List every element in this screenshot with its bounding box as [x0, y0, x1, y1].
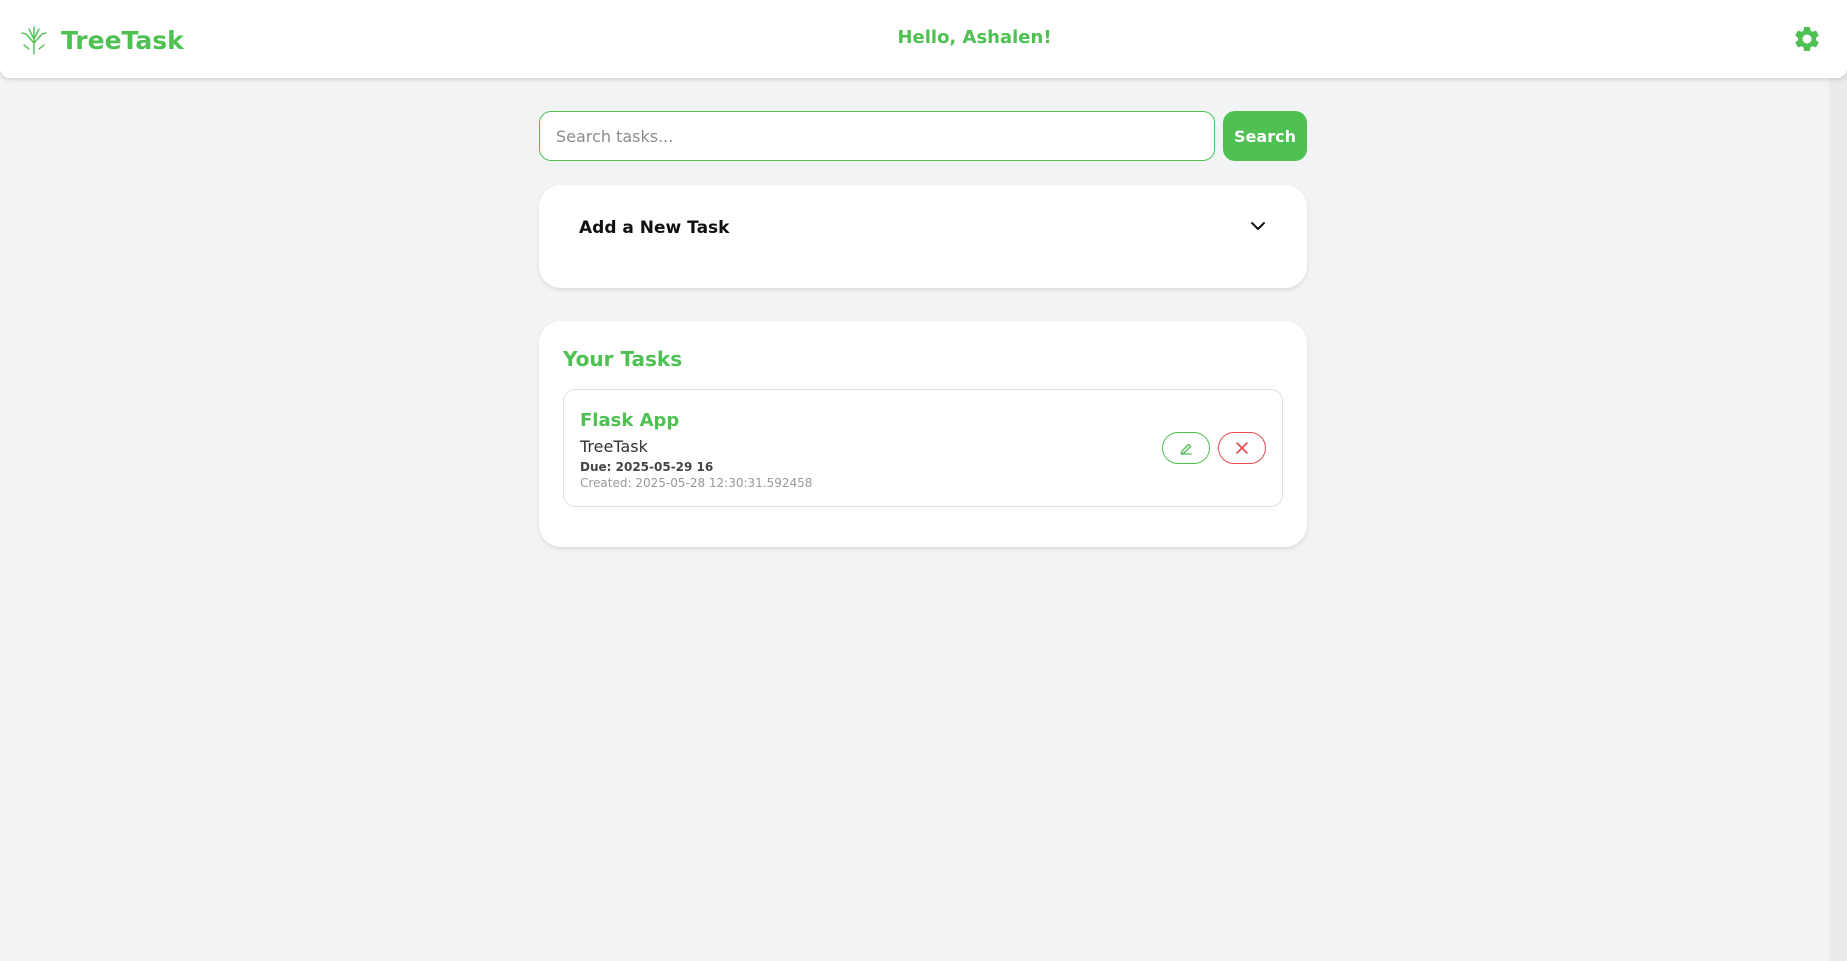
add-task-title: Add a New Task — [579, 218, 730, 238]
task-due-date: Due: 2025-05-29 16 — [580, 460, 714, 474]
task-title: Flask App — [580, 410, 680, 431]
delete-task-button[interactable] — [1218, 432, 1266, 464]
search-input[interactable] — [539, 111, 1215, 161]
tasks-card: Your Tasks Flask App TreeTask Due: 2025-… — [539, 321, 1307, 547]
search-bar: Search — [539, 111, 1307, 161]
task-item: Flask App TreeTask Due: 2025-05-29 16 Cr… — [563, 389, 1283, 507]
tasks-heading: Your Tasks — [563, 347, 683, 371]
add-task-card[interactable]: Add a New Task — [539, 185, 1307, 288]
edit-task-button[interactable] — [1162, 432, 1210, 464]
close-icon — [1236, 442, 1248, 454]
task-description: TreeTask — [580, 437, 648, 456]
gear-icon[interactable] — [1792, 24, 1822, 54]
chevron-down-icon[interactable] — [1249, 219, 1267, 233]
user-greeting: Hello, Ashalen! — [897, 27, 1052, 48]
pencil-icon — [1180, 443, 1192, 455]
page-scrollbar[interactable] — [1829, 0, 1847, 961]
search-button[interactable]: Search — [1223, 111, 1307, 161]
top-navbar: TreeTask Hello, Ashalen! — [0, 0, 1847, 78]
task-created-date: Created: 2025-05-28 12:30:31.592458 — [580, 476, 813, 490]
